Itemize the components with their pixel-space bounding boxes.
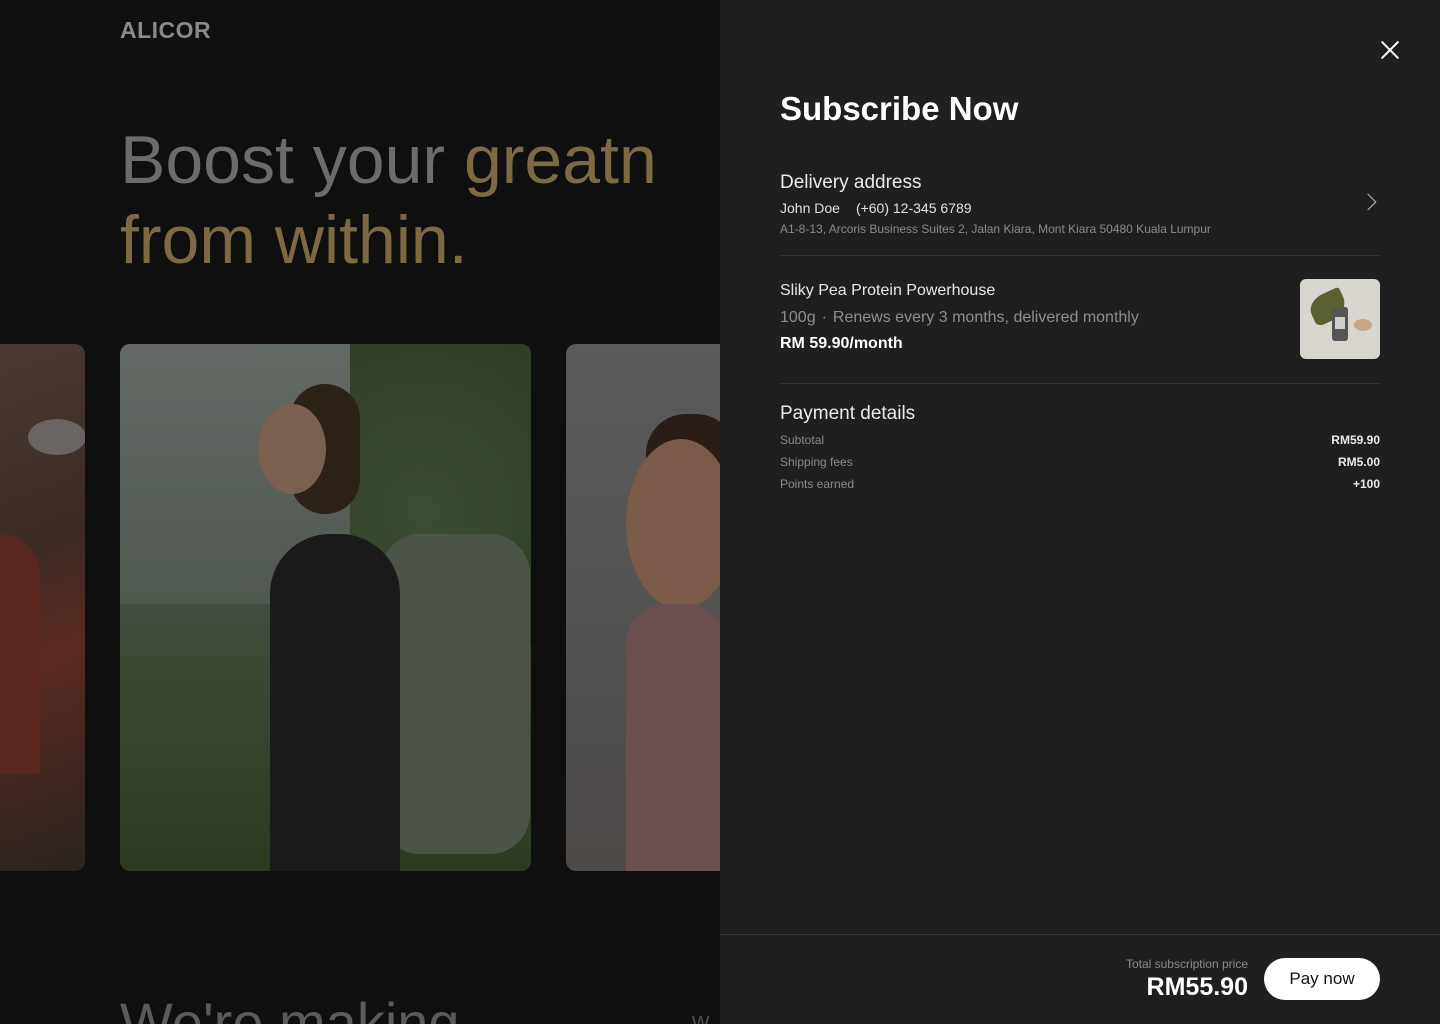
hero-line1-gold: greatn [463,122,657,198]
delivery-contact: John Doe (+60) 12-345 6789 [780,200,1380,216]
girl-shirt-shape [626,604,726,871]
total-block: Total subscription price RM55.90 [1126,957,1248,1002]
powder-pile-shape [1354,319,1372,331]
total-label: Total subscription price [1125,957,1248,971]
page: ALICOR Boost your greatn from within. We… [0,0,1440,1024]
product-meta: 100g · Renews every 3 months, delivered mo… [780,309,1380,327]
hiker-body-shape [270,534,400,871]
payment-value: RM59.90 [1331,433,1380,447]
payment-row-subtotal: Subtotal RM59.90 [780,433,1380,447]
payment-row-shipping: Shipping fees RM5.00 [780,455,1380,469]
payment-label: Shipping fees [780,455,853,469]
carousel-card-left[interactable] [0,344,85,871]
payment-value: +100 [1352,477,1380,491]
delivery-address: A1-8-13, Arcoris Business Suites 2, Jala… [780,222,1211,236]
product-thumbnail [1300,279,1380,359]
product-schedule: Renews every 3 months, delivered monthly [832,309,1139,326]
close-icon[interactable] [1376,36,1404,64]
divider [780,255,1380,256]
divider [780,383,1380,384]
logo[interactable]: ALICOR [120,17,211,44]
section-heading-fragment: w [692,1008,710,1024]
panel-footer: Total subscription price RM55.90 Pay now [720,934,1440,1024]
pay-now-button[interactable]: Pay now [1264,958,1380,1000]
product-row: Sliky Pea Protein Powerhouse 100g · Renews… [780,279,1380,359]
meta-separator: · [821,309,827,326]
carousel-card-hiker[interactable] [120,344,531,871]
backpack-shape [380,534,530,854]
lamp-shape [28,419,85,455]
payment-label: Points earned [780,477,855,491]
payment-details: Payment details Subtotal RM59.90 Shippin… [780,403,1380,491]
payment-value: RM5.00 [1337,455,1380,469]
panel-title: Subscribe Now [780,90,1019,127]
recipient-name: John Doe [780,200,840,216]
delivery-heading: Delivery address [780,172,922,193]
product-price: RM 59.90/month [780,335,903,352]
person-shape [0,534,40,774]
delivery-address-row[interactable]: Delivery address John Doe (+60) 12-345 67… [780,172,1380,242]
payment-heading: Payment details [780,403,916,424]
section-heading: We're making [120,991,460,1024]
hiker-head-shape [258,404,326,494]
subscribe-panel: Subscribe Now Delivery address John Doe (… [720,0,1440,1024]
product-size: 100g [780,309,816,326]
payment-label: Subtotal [780,433,825,447]
total-value: RM55.90 [1146,973,1248,1001]
payment-row-points: Points earned +100 [780,477,1380,491]
product-name: Sliky Pea Protein Powerhouse [780,282,996,299]
hero-line1-plain: Boost your [120,122,464,198]
recipient-phone: (+60) 12-345 6789 [855,200,972,216]
hero-line2: from within. [120,202,468,278]
jar-shape [1332,307,1348,341]
